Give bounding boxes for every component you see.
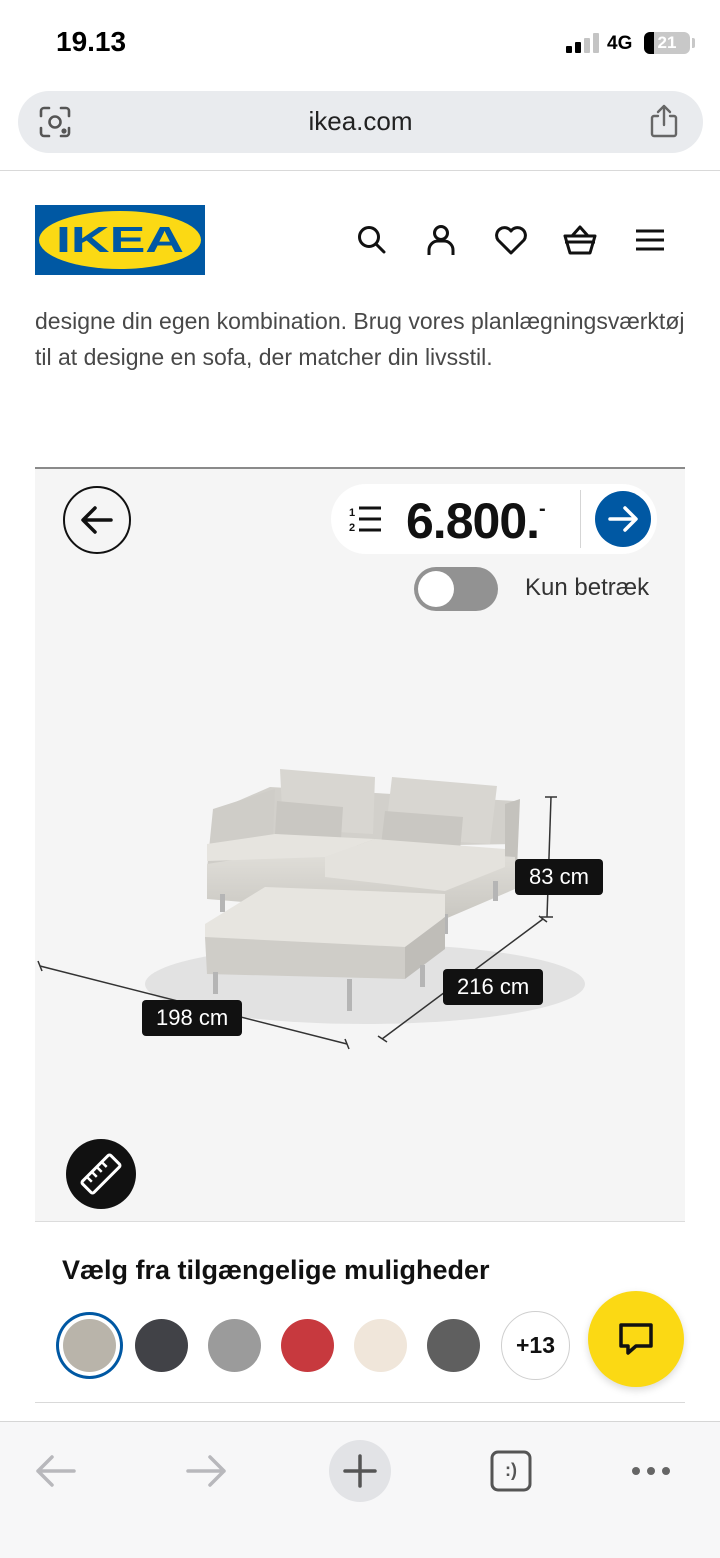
price-separator bbox=[580, 490, 581, 548]
toggle-knob bbox=[418, 571, 454, 607]
status-time: 19.13 bbox=[56, 26, 127, 57]
address-bar[interactable]: ikea.com bbox=[18, 91, 703, 153]
price-value: 6.800.- bbox=[406, 492, 546, 550]
back-arrow-icon[interactable] bbox=[24, 1440, 86, 1502]
battery-level: 21 bbox=[657, 33, 677, 52]
continue-button[interactable] bbox=[595, 491, 651, 547]
arrow-right-icon bbox=[608, 506, 638, 532]
cover-only-label: Kun betræk bbox=[525, 574, 650, 601]
logo-text: IKEA bbox=[56, 219, 184, 260]
account-icon[interactable] bbox=[423, 222, 459, 258]
status-bar: 19.13 4G 21 bbox=[0, 0, 720, 88]
basket-icon[interactable] bbox=[562, 222, 598, 258]
heart-icon[interactable] bbox=[493, 222, 529, 258]
options-divider bbox=[35, 1402, 685, 1403]
depth-dimension-label: 216 cm bbox=[443, 969, 544, 1005]
color-swatch-charcoal[interactable] bbox=[427, 1319, 480, 1372]
more-icon[interactable] bbox=[620, 1440, 682, 1502]
network-type: 4G bbox=[607, 33, 633, 54]
search-icon[interactable] bbox=[354, 222, 390, 258]
url-text[interactable]: ikea.com bbox=[18, 106, 703, 137]
svg-text:1: 1 bbox=[349, 507, 355, 519]
signal-icon bbox=[566, 33, 600, 53]
cover-only-toggle[interactable] bbox=[414, 567, 498, 611]
battery-icon: 21 bbox=[644, 32, 690, 54]
ikea-logo[interactable]: IKEA bbox=[35, 205, 205, 275]
color-swatch-red[interactable] bbox=[281, 1319, 334, 1372]
ruler-icon bbox=[80, 1153, 122, 1195]
tabs-button[interactable]: :) bbox=[480, 1440, 542, 1502]
back-button[interactable] bbox=[63, 486, 131, 554]
browser-toolbar: :) bbox=[0, 1421, 720, 1558]
color-swatch-cream[interactable] bbox=[354, 1319, 407, 1372]
options-title: Vælg fra tilgængelige muligheder bbox=[62, 1255, 490, 1285]
new-tab-button[interactable] bbox=[329, 1440, 391, 1502]
plus-icon bbox=[343, 1454, 377, 1488]
price-suffix: - bbox=[539, 498, 546, 520]
intro-text: designe din egen kombination. Brug vores… bbox=[35, 308, 685, 370]
battery-cap bbox=[692, 38, 695, 48]
share-icon[interactable] bbox=[647, 103, 681, 139]
browser-divider bbox=[0, 170, 720, 171]
numbered-list-icon: 1 2 bbox=[349, 506, 381, 534]
price-summary[interactable]: 1 2 6.800.- bbox=[331, 484, 657, 554]
width-dimension-label: 198 cm bbox=[142, 1000, 243, 1036]
height-dimension-label: 83 cm bbox=[515, 859, 603, 895]
svg-text:2: 2 bbox=[349, 522, 355, 534]
menu-icon[interactable] bbox=[632, 222, 668, 258]
price-amount: 6.800. bbox=[406, 493, 540, 549]
color-swatch-beige-grey[interactable] bbox=[63, 1319, 116, 1372]
color-swatch-medium-grey[interactable] bbox=[208, 1319, 261, 1372]
chat-icon bbox=[619, 1323, 653, 1355]
tabs-glyph: :) bbox=[505, 1460, 517, 1480]
sofa-planner: 1 2 6.800.- Kun betræk 83 cm 216 cm 198 … bbox=[35, 467, 685, 1222]
more-colors-button[interactable]: +13 bbox=[501, 1311, 570, 1380]
color-swatch-dark-grey[interactable] bbox=[135, 1319, 188, 1372]
measurements-button[interactable] bbox=[66, 1139, 136, 1209]
sofa-3d-view[interactable] bbox=[35, 749, 685, 1069]
arrow-left-icon bbox=[81, 506, 113, 534]
forward-arrow-icon[interactable] bbox=[176, 1440, 238, 1502]
chat-button[interactable] bbox=[588, 1291, 684, 1387]
